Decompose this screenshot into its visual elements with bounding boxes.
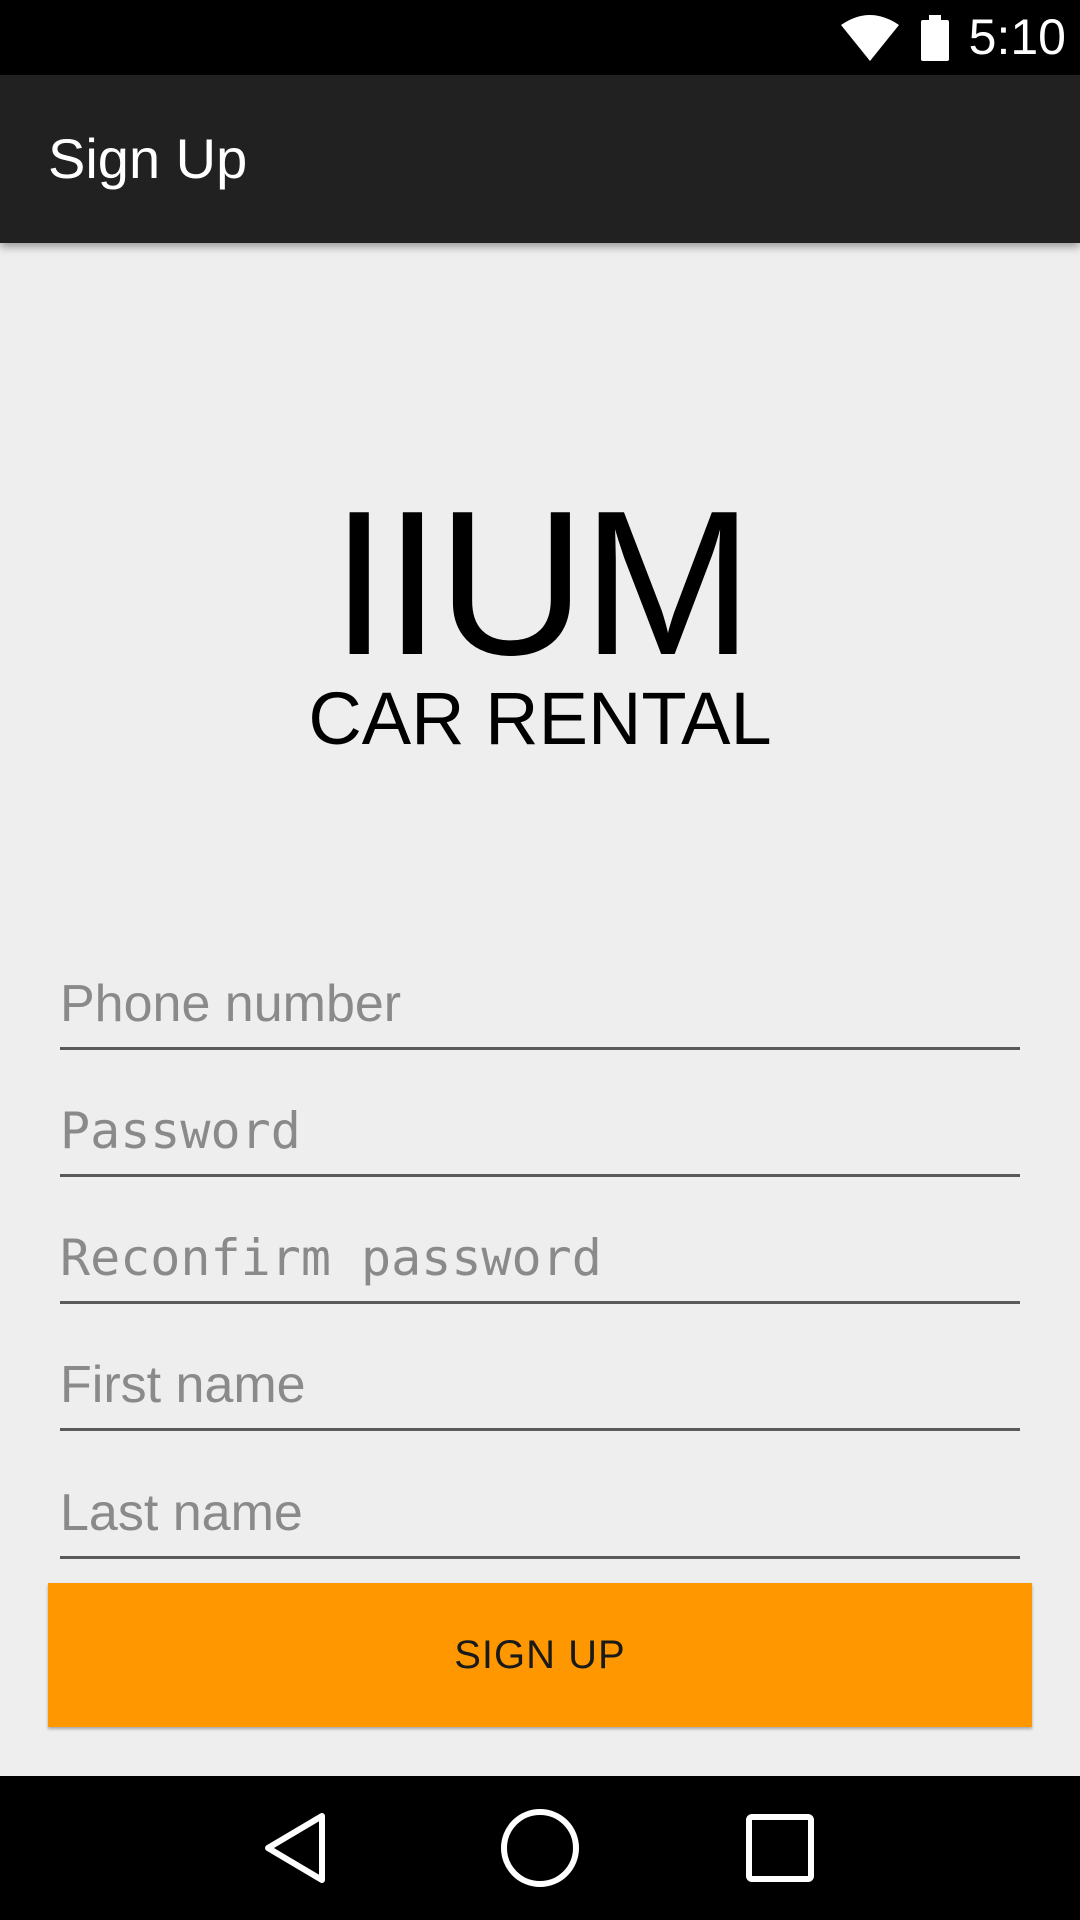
logo-sub-text: CAR RENTAL <box>308 677 772 760</box>
reconfirm-password-input[interactable] <box>60 1214 1020 1301</box>
status-icons: 5:10 <box>839 0 1066 75</box>
status-time: 5:10 <box>968 9 1066 65</box>
recents-icon <box>746 1814 814 1882</box>
reconfirm-password-field-container <box>60 1214 1020 1304</box>
password-field-container <box>60 1087 1020 1177</box>
logo-main-text: IIUM <box>330 468 754 698</box>
nav-home-button[interactable] <box>468 1776 612 1920</box>
last-name-input[interactable] <box>60 1469 1020 1556</box>
last-name-field-container <box>60 1469 1020 1559</box>
nav-recents-button[interactable] <box>708 1776 852 1920</box>
app-bar: Sign Up <box>0 75 1080 243</box>
first-name-input[interactable] <box>60 1341 1020 1428</box>
navigation-bar <box>0 1776 1080 1920</box>
app-logo: IIUM CAR RENTAL <box>0 480 1080 756</box>
phone-number-field-container <box>60 960 1020 1050</box>
sign-up-button[interactable]: SIGN UP <box>48 1583 1032 1727</box>
sign-up-screen: 5:10 Sign Up IIUM CAR RENTAL SIGN UP <box>0 0 1080 1920</box>
first-name-field-container <box>60 1341 1020 1431</box>
app-title: Sign Up <box>48 127 248 190</box>
back-icon <box>265 1813 325 1883</box>
battery-icon <box>920 14 949 61</box>
phone-number-input[interactable] <box>60 960 1020 1047</box>
home-icon <box>501 1809 579 1887</box>
password-input[interactable] <box>60 1087 1020 1174</box>
wifi-icon <box>840 14 899 61</box>
status-bar: 5:10 <box>0 0 1080 75</box>
nav-back-button[interactable] <box>228 1776 372 1920</box>
